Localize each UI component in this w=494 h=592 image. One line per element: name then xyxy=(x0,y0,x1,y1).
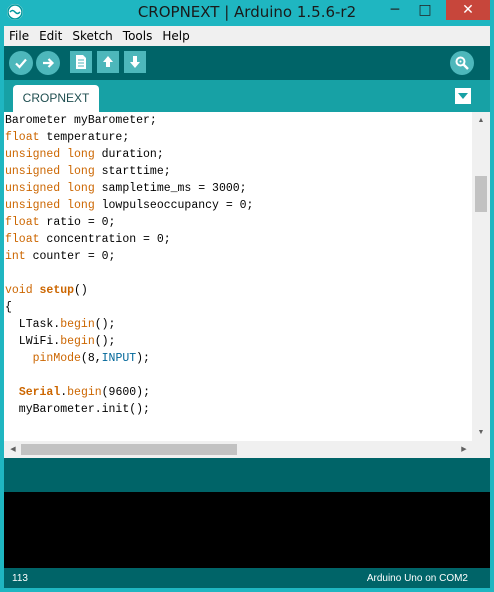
code-line: float temperature; xyxy=(5,129,129,146)
menu-help[interactable]: Help xyxy=(157,29,194,43)
code-token: float xyxy=(5,233,40,246)
code-line: LTask.begin(); xyxy=(5,316,116,333)
minimize-button[interactable]: ─ xyxy=(380,0,410,20)
menu-file[interactable]: File xyxy=(4,29,34,43)
code-line: unsigned long duration; xyxy=(5,146,164,163)
code-token: () xyxy=(74,284,88,297)
code-token: ); xyxy=(136,352,150,365)
board-port-label: Arduino Uno on COM2 xyxy=(366,573,468,584)
status-bar: 113 Arduino Uno on COM2 xyxy=(4,568,490,588)
code-line: unsigned long starttime; xyxy=(5,163,171,180)
window-titlebar: CROPNEXT | Arduino 1.5.6-r2 ─ □ ✕ xyxy=(0,0,494,26)
code-line: unsigned long lowpulseoccupancy = 0; xyxy=(5,197,253,214)
code-token: LWiFi. xyxy=(5,335,61,348)
code-token: temperature; xyxy=(39,131,130,144)
new-icon xyxy=(76,55,86,69)
save-button[interactable] xyxy=(124,51,146,73)
code-line: float ratio = 0; xyxy=(5,214,115,231)
upload-button[interactable] xyxy=(36,51,60,75)
scroll-up-arrow-icon[interactable]: ▲ xyxy=(472,112,490,129)
vertical-scrollbar[interactable]: ▲ ▼ xyxy=(472,112,490,441)
code-line: myBarometer.init(); xyxy=(5,401,150,418)
horizontal-scrollbar[interactable]: ◀ ▶ xyxy=(4,441,472,458)
code-editor[interactable]: Barometer myBarometer; float temperature;… xyxy=(4,112,472,441)
vertical-scroll-thumb[interactable] xyxy=(475,176,487,212)
upload-icon xyxy=(43,58,55,68)
code-line: Serial.begin(9600); xyxy=(5,384,150,401)
code-token: float xyxy=(5,216,40,229)
code-token: unsigned long xyxy=(5,182,95,195)
code-token: begin xyxy=(67,386,102,399)
menu-sketch[interactable]: Sketch xyxy=(67,29,117,43)
verify-button[interactable] xyxy=(9,51,33,75)
code-token: (8, xyxy=(80,352,102,365)
tab-menu-button[interactable] xyxy=(455,88,471,104)
code-line: Barometer myBarometer; xyxy=(5,112,157,129)
code-line: float concentration = 0; xyxy=(5,231,171,248)
maximize-button[interactable]: □ xyxy=(410,0,440,20)
open-button[interactable] xyxy=(97,51,119,73)
code-token: unsigned long xyxy=(5,199,95,212)
scroll-left-arrow-icon[interactable]: ◀ xyxy=(4,441,22,458)
code-token: { xyxy=(5,301,12,314)
menu-tools[interactable]: Tools xyxy=(118,29,158,43)
code-token: void xyxy=(5,284,33,297)
line-number: 113 xyxy=(12,573,28,584)
code-token: pinMode xyxy=(32,352,81,365)
console-output xyxy=(4,492,490,568)
save-icon xyxy=(130,56,140,68)
code-token: begin xyxy=(60,318,95,331)
code-line: int counter = 0; xyxy=(5,248,115,265)
code-token: lowpulseoccupancy = 0; xyxy=(94,199,254,212)
code-token: unsigned long xyxy=(5,165,95,178)
scroll-down-arrow-icon[interactable]: ▼ xyxy=(472,424,490,441)
code-token: (); xyxy=(94,335,116,348)
code-token: starttime; xyxy=(94,165,171,178)
code-token: Serial xyxy=(18,386,61,399)
code-token: int xyxy=(5,250,26,263)
horizontal-scroll-thumb[interactable] xyxy=(21,444,237,455)
code-token: float xyxy=(5,131,40,144)
open-icon xyxy=(103,56,113,67)
code-token: duration; xyxy=(94,148,164,161)
code-token: LTask. xyxy=(5,318,61,331)
code-token: unsigned long xyxy=(5,148,95,161)
code-line: void setup() xyxy=(5,282,88,299)
verify-icon xyxy=(15,58,27,69)
tab-menu-icon xyxy=(458,93,468,99)
code-token: ratio = 0; xyxy=(39,216,116,229)
code-token: begin xyxy=(60,335,95,348)
close-button[interactable]: ✕ xyxy=(446,0,490,20)
tab-cropnext[interactable]: CROPNEXT xyxy=(13,85,99,112)
new-button[interactable] xyxy=(70,51,92,73)
code-token: (9600); xyxy=(101,386,150,399)
code-line: pinMode(8,INPUT); xyxy=(5,350,150,367)
code-token: concentration = 0; xyxy=(39,233,171,246)
menu-edit[interactable]: Edit xyxy=(34,29,67,43)
code-line: unsigned long sampletime_ms = 3000; xyxy=(5,180,247,197)
serial-monitor-icon xyxy=(455,56,469,70)
editor-console-divider[interactable] xyxy=(4,458,490,492)
menu-bar: File Edit Sketch Tools Help xyxy=(4,26,490,46)
code-token: setup xyxy=(39,284,75,297)
scrollbar-corner xyxy=(472,441,490,458)
tab-bar: CROPNEXT xyxy=(4,80,490,112)
scroll-right-arrow-icon[interactable]: ▶ xyxy=(455,441,473,458)
code-token: INPUT xyxy=(101,352,137,365)
code-line: { xyxy=(5,299,12,316)
code-token: counter = 0; xyxy=(25,250,116,263)
code-token: (); xyxy=(94,318,116,331)
toolbar xyxy=(4,46,490,80)
code-line: LWiFi.begin(); xyxy=(5,333,116,350)
code-token: Barometer myBarometer; xyxy=(5,114,157,127)
code-token: myBarometer.init(); xyxy=(5,403,150,416)
serial-monitor-button[interactable] xyxy=(450,51,474,75)
code-token: sampletime_ms = 3000; xyxy=(94,182,247,195)
